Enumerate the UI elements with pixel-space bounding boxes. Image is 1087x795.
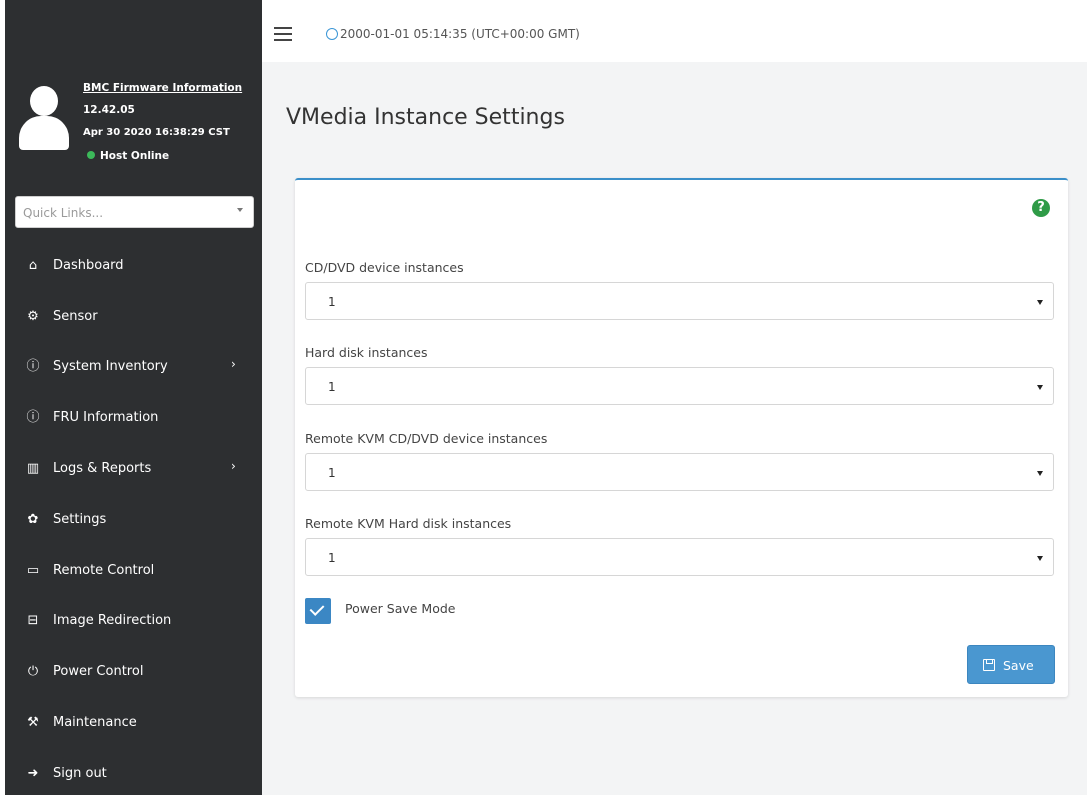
sidebar-item-label: Logs & Reports [53, 461, 152, 476]
sidebar-item-sensor[interactable]: ⚙ Sensor [5, 293, 262, 341]
sidebar-item-system-inventory[interactable]: ⓘ System Inventory › [5, 343, 262, 391]
sensor-icon: ⚙ [27, 309, 39, 324]
sidebar-item-fru-information[interactable]: ⓘ FRU Information [5, 394, 262, 442]
sign-out-icon: ➜ [27, 766, 39, 781]
sidebar-item-label: Sign out [53, 766, 107, 781]
sidebar-item-power-control[interactable]: ⏻ Power Control [5, 648, 262, 696]
sidebar-item-dashboard[interactable]: ⌂ Dashboard [5, 242, 262, 290]
status-dot-icon [87, 151, 95, 159]
clock-icon [326, 28, 338, 40]
sidebar-item-maintenance[interactable]: ⚒ Maintenance [5, 699, 262, 747]
info-icon: ⓘ [26, 410, 40, 425]
remote-kvm-hard-disk-instances-label: Remote KVM Hard disk instances [305, 516, 512, 531]
save-button[interactable]: Save [967, 645, 1055, 684]
sidebar-item-label: Image Redirection [53, 613, 172, 628]
sidebar-item-image-redirection[interactable]: ⊟ Image Redirection [5, 597, 262, 645]
power-save-mode-checkbox[interactable] [305, 598, 331, 624]
monitor-icon: ▭ [26, 563, 40, 578]
sidebar-item-label: Power Control [53, 664, 144, 679]
select-value: 1 [328, 551, 336, 565]
quick-links-placeholder: Quick Links... [23, 206, 104, 220]
checkmark-icon [309, 601, 325, 616]
sidebar-item-label: FRU Information [53, 410, 159, 425]
remote-kvm-cd-dvd-instances-select[interactable]: 1 [305, 453, 1054, 491]
sidebar-item-remote-control[interactable]: ▭ Remote Control [5, 547, 262, 595]
host-status: Host Online [87, 150, 169, 162]
header-datetime: 2000-01-01 05:14:35 (UTC+00:00 GMT) [340, 27, 580, 41]
disk-icon: ⊟ [27, 613, 39, 628]
hamburger-menu-icon[interactable] [274, 27, 292, 41]
host-status-text: Host Online [100, 150, 170, 162]
hard-disk-instances-label: Hard disk instances [305, 345, 428, 360]
caret-down-icon [1037, 471, 1043, 476]
wrench-icon: ⚒ [27, 715, 39, 730]
chevron-right-icon: › [231, 357, 236, 371]
sidebar-item-label: Remote Control [53, 563, 155, 578]
app-root: BMC Firmware Information 12.42.05 Apr 30… [0, 0, 1087, 795]
caret-down-icon [1037, 300, 1043, 305]
sidebar-item-label: Maintenance [53, 715, 137, 730]
avatar-body [19, 116, 69, 150]
chevron-down-icon [237, 208, 243, 212]
profile-panel: BMC Firmware Information 12.42.05 Apr 30… [5, 70, 262, 178]
firmware-date: Apr 30 2020 16:38:29 CST [83, 127, 230, 138]
info-icon: ⓘ [26, 359, 40, 374]
remote-kvm-hard-disk-instances-select[interactable]: 1 [305, 538, 1054, 576]
select-value: 1 [328, 380, 336, 394]
chevron-right-icon: › [231, 459, 236, 473]
floppy-disk-icon [983, 659, 995, 671]
sidebar-item-label: Sensor [53, 309, 98, 324]
select-value: 1 [328, 295, 336, 309]
avatar-head [30, 86, 58, 116]
sidebar: BMC Firmware Information 12.42.05 Apr 30… [5, 0, 262, 795]
quick-links-select[interactable]: Quick Links... [15, 196, 254, 228]
gear-icon: ✿ [27, 512, 39, 527]
power-icon: ⏻ [27, 664, 39, 679]
page-title: VMedia Instance Settings [286, 105, 565, 130]
caret-down-icon [1037, 556, 1043, 561]
settings-panel: ? CD/DVD device instances 1 Hard disk in… [295, 178, 1068, 697]
avatar [19, 86, 69, 150]
sidebar-item-sign-out[interactable]: ➜ Sign out [5, 750, 262, 795]
firmware-version: 12.42.05 [83, 104, 135, 116]
sidebar-item-label: System Inventory [53, 359, 168, 374]
select-value: 1 [328, 466, 336, 480]
firmware-info-link[interactable]: BMC Firmware Information [83, 82, 242, 94]
home-icon: ⌂ [28, 258, 38, 273]
remote-kvm-cd-dvd-instances-label: Remote KVM CD/DVD device instances [305, 431, 548, 446]
sidebar-item-settings[interactable]: ✿ Settings [5, 496, 262, 544]
sidebar-item-logs-reports[interactable]: ▥ Logs & Reports › [5, 445, 262, 493]
power-save-mode-label: Power Save Mode [345, 601, 456, 616]
caret-down-icon [1037, 385, 1043, 390]
cd-dvd-instances-select[interactable]: 1 [305, 282, 1054, 320]
chart-icon: ▥ [26, 461, 40, 476]
sidebar-item-label: Dashboard [53, 258, 124, 273]
hard-disk-instances-select[interactable]: 1 [305, 367, 1054, 405]
save-button-label: Save [1003, 658, 1034, 673]
help-icon[interactable]: ? [1032, 199, 1050, 217]
cd-dvd-instances-label: CD/DVD device instances [305, 260, 464, 275]
sidebar-item-label: Settings [53, 512, 107, 527]
